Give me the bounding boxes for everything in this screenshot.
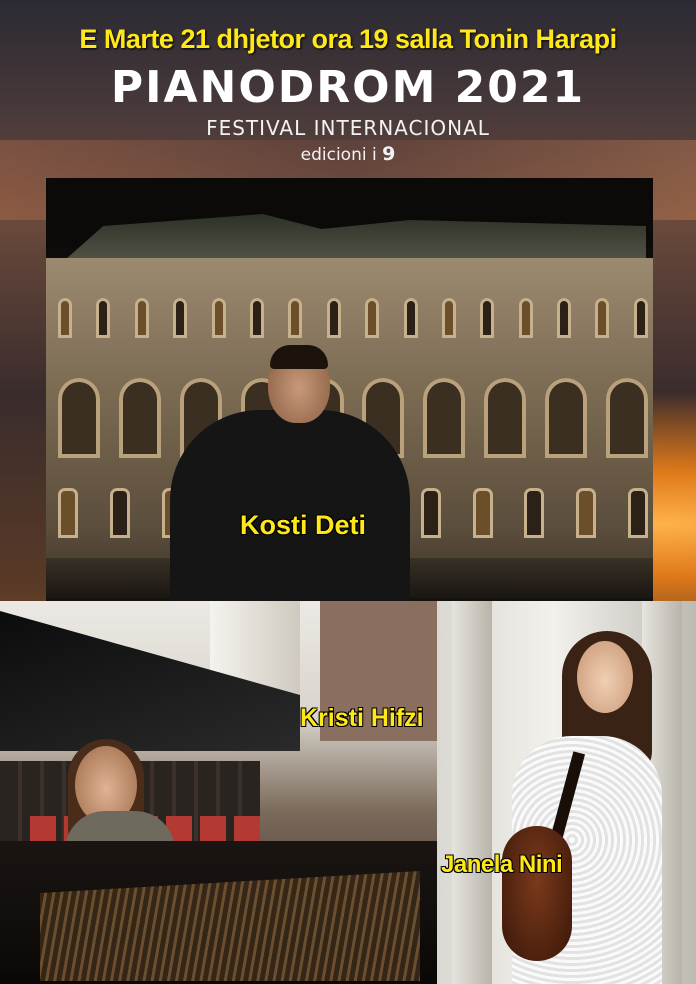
performer-name-kosti: Kosti Deti <box>240 510 367 540</box>
performer-jacket <box>170 410 410 601</box>
violinist-face <box>577 641 633 713</box>
festival-title: PIANODROM 2021 <box>110 62 586 113</box>
edition-text: edicioni i <box>300 145 377 165</box>
violin-icon <box>502 826 572 961</box>
performer-hair <box>270 345 328 369</box>
event-headline: E Marte 21 dhjetor ora 19 salla Tonin Ha… <box>79 24 617 54</box>
poster: E Marte 21 dhjetor ora 19 salla Tonin Ha… <box>0 0 696 984</box>
piano-photo: Kristi Hifzi <box>0 601 437 984</box>
violin-photo: Janela Nini <box>437 601 696 984</box>
pillar-left <box>452 601 492 984</box>
performer-name-janela: Janela Nini <box>441 851 563 878</box>
window-row-upper <box>58 298 648 338</box>
festival-subtitle: FESTIVAL INTERNACIONAL <box>206 116 490 140</box>
edition-number: 9 <box>382 143 396 165</box>
performer-name-kristi: Kristi Hifzi <box>300 704 424 732</box>
edition-line: edicioni i 9 <box>0 143 696 165</box>
